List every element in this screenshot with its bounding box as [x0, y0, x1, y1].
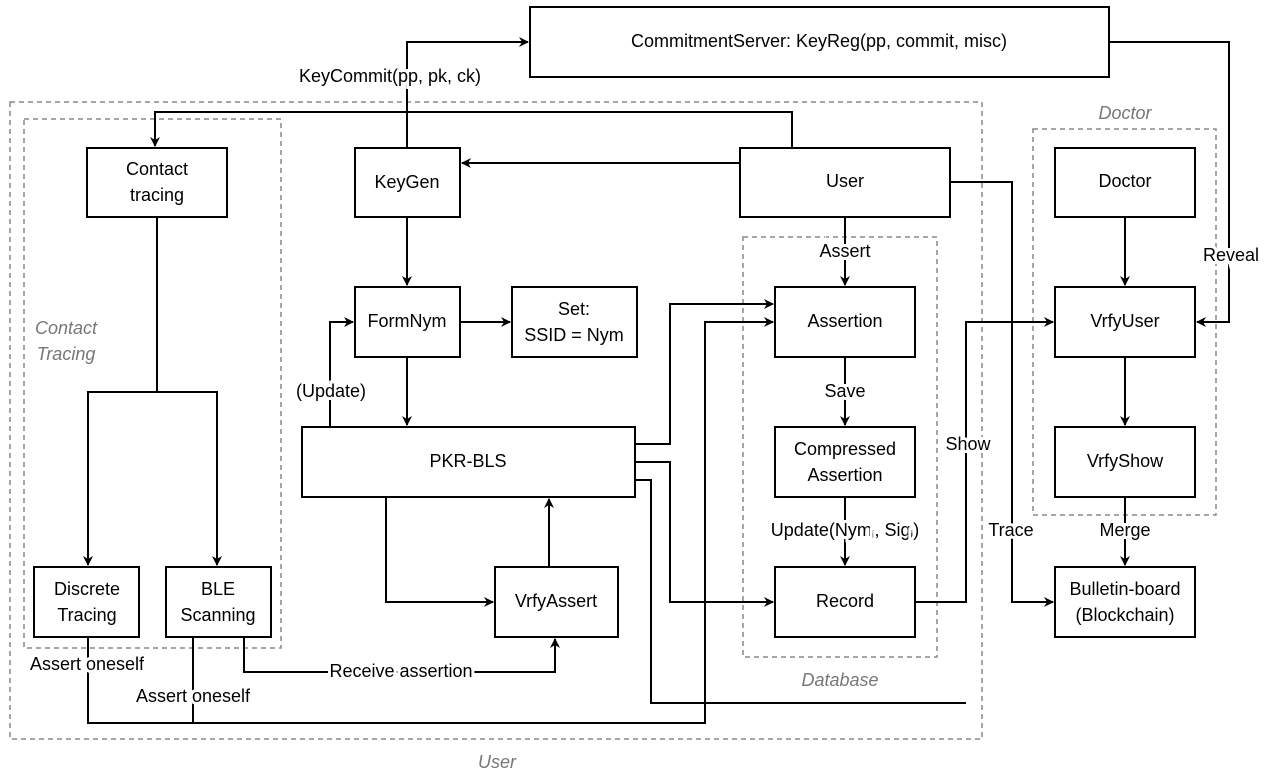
node-ble-scanning: BLE Scanning — [165, 566, 272, 638]
edge-user-contact — [150, 111, 793, 148]
label-reveal: Reveal — [1203, 245, 1259, 265]
label-assert: Assert — [819, 241, 870, 261]
svg-text:Scanning: Scanning — [180, 605, 255, 625]
diagram: User Contact Tracing Database Doctor Key… — [9, 6, 1262, 772]
node-user: User — [739, 147, 951, 218]
group-user-label: User — [478, 752, 517, 772]
label-receive: Receive assertion — [329, 661, 472, 681]
node-pkr-bls: PKR-BLS — [301, 426, 636, 498]
svg-text:tracing: tracing — [130, 185, 184, 205]
svg-text:Assertion: Assertion — [807, 465, 882, 485]
node-record: Record — [774, 566, 916, 638]
label-update: Update(Nymi, Sigi) — [771, 520, 919, 542]
node-vrfyassert: VrfyAssert — [494, 566, 619, 638]
label-update-paren: (Update) — [296, 381, 366, 401]
edge-contact-discrete — [83, 217, 158, 566]
svg-text:Compressed: Compressed — [794, 439, 896, 459]
label-merge: Merge — [1099, 520, 1150, 540]
svg-text:Bulletin-board: Bulletin-board — [1069, 579, 1180, 599]
svg-text:Assertion: Assertion — [807, 311, 882, 331]
node-formnym: FormNym — [354, 286, 461, 358]
svg-text:(Blockchain): (Blockchain) — [1075, 605, 1174, 625]
svg-text:SSID = Nym: SSID = Nym — [524, 325, 624, 345]
label-trace: Trace — [988, 520, 1033, 540]
svg-text:Discrete: Discrete — [54, 579, 120, 599]
node-contact-tracing: Contact tracing — [86, 147, 228, 218]
edge-keycommit — [406, 37, 529, 148]
group-contact-label-1: Contact — [35, 318, 98, 338]
group-doctor-label: Doctor — [1098, 103, 1152, 123]
node-compressed-assertion: Compressed Assertion — [774, 426, 916, 498]
group-database-label: Database — [801, 670, 878, 690]
svg-text:Tracing: Tracing — [57, 605, 116, 625]
svg-text:Contact: Contact — [126, 159, 188, 179]
node-set-ssid: Set: SSID = Nym — [511, 286, 638, 358]
node-assertion: Assertion — [774, 286, 916, 358]
label-assert-oneself-2: Assert oneself — [136, 686, 251, 706]
svg-text:CommitmentServer: KeyReg(pp, c: CommitmentServer: KeyReg(pp, commit, mis… — [631, 31, 1007, 51]
node-commitment-server: CommitmentServer: KeyReg(pp, commit, mis… — [529, 6, 1110, 78]
label-assert-oneself-1: Assert oneself — [30, 654, 145, 674]
svg-text:FormNym: FormNym — [368, 311, 447, 331]
node-discrete-tracing: Discrete Tracing — [33, 566, 140, 638]
edge-contact-ble — [157, 391, 222, 566]
group-contact-label-2: Tracing — [37, 344, 96, 364]
svg-text:VrfyShow: VrfyShow — [1087, 451, 1164, 471]
svg-text:Record: Record — [816, 591, 874, 611]
edge-update — [329, 317, 354, 427]
svg-text:Set:: Set: — [558, 299, 590, 319]
svg-text:Doctor: Doctor — [1098, 171, 1151, 191]
label-save: Save — [824, 381, 865, 401]
node-keygen: KeyGen — [354, 147, 461, 218]
label-keycommit: KeyCommit(pp, pk, ck) — [299, 66, 481, 86]
svg-text:BLE: BLE — [201, 579, 235, 599]
svg-text:KeyGen: KeyGen — [374, 172, 439, 192]
node-vrfyuser: VrfyUser — [1054, 286, 1196, 358]
svg-text:PKR-BLS: PKR-BLS — [429, 451, 506, 471]
edge-pkr-vrfyassert — [385, 497, 494, 607]
node-doctor: Doctor — [1054, 147, 1196, 218]
svg-text:VrfyUser: VrfyUser — [1090, 311, 1159, 331]
svg-text:User: User — [826, 171, 864, 191]
node-vrfyshow: VrfyShow — [1054, 426, 1196, 498]
svg-text:VrfyAssert: VrfyAssert — [515, 591, 597, 611]
label-show: Show — [945, 434, 991, 454]
node-bulletin-board: Bulletin-board (Blockchain) — [1054, 566, 1196, 638]
